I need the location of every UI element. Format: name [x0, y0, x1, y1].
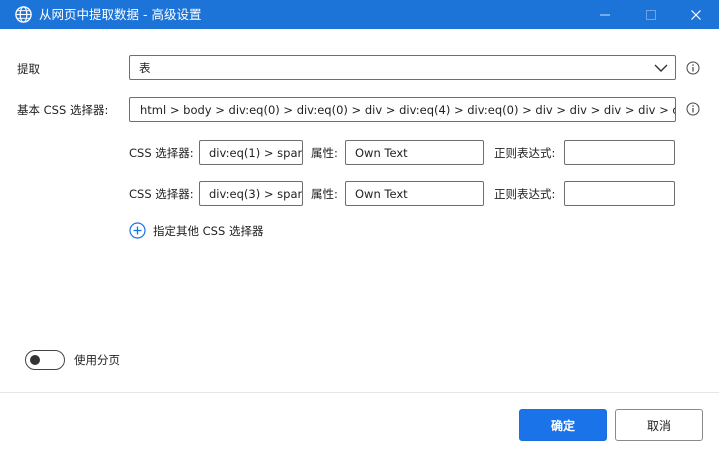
info-icon[interactable]	[686, 61, 700, 75]
advanced-settings-dialog: 从网页中提取数据 - 高级设置 提取 表 基本 CSS 选择器: html > …	[0, 0, 719, 456]
base-selector-input[interactable]: html > body > div:eq(0) > div:eq(0) > di…	[129, 97, 676, 122]
regex-label: 正则表达式:	[494, 146, 556, 160]
maximize-icon	[646, 9, 656, 20]
chevron-down-icon	[654, 64, 668, 72]
confirm-button[interactable]: 确定	[519, 409, 607, 441]
cancel-button[interactable]: 取消	[615, 409, 703, 441]
add-css-selector-label: 指定其他 CSS 选择器	[153, 223, 264, 238]
regex-label: 正则表达式:	[494, 187, 556, 201]
attribute-value: Own Text	[355, 145, 408, 160]
close-icon	[691, 9, 701, 20]
pagination-label: 使用分页	[74, 353, 120, 367]
css-selector-label: CSS 选择器:	[129, 146, 194, 160]
attribute-input[interactable]: Own Text	[345, 181, 484, 206]
attribute-input[interactable]: Own Text	[345, 140, 484, 165]
info-icon[interactable]	[686, 102, 700, 116]
css-selector-label: CSS 选择器:	[129, 187, 194, 201]
extract-dropdown[interactable]: 表	[129, 55, 676, 80]
extract-value: 表	[139, 60, 151, 75]
base-selector-label: 基本 CSS 选择器:	[17, 103, 109, 117]
css-selector-value: div:eq(3) > span	[209, 186, 303, 201]
css-selector-input[interactable]: div:eq(3) > span	[199, 181, 303, 206]
attribute-label: 属性:	[311, 187, 338, 201]
maximize-button[interactable]	[628, 0, 674, 29]
add-css-selector-button[interactable]: 指定其他 CSS 选择器	[129, 222, 263, 239]
css-selector-value: div:eq(1) > span	[209, 145, 303, 160]
close-button[interactable]	[673, 0, 719, 29]
minimize-icon	[600, 14, 610, 15]
footer-divider	[0, 392, 719, 393]
add-circle-icon	[129, 222, 146, 239]
toggle-knob	[30, 354, 40, 365]
globe-icon	[15, 6, 32, 23]
title-bar: 从网页中提取数据 - 高级设置	[0, 0, 719, 29]
window-title: 从网页中提取数据 - 高级设置	[39, 7, 202, 22]
cancel-label: 取消	[646, 418, 671, 433]
attribute-value: Own Text	[355, 186, 408, 201]
regex-input[interactable]	[564, 181, 675, 206]
regex-input[interactable]	[564, 140, 675, 165]
css-selector-input[interactable]: div:eq(1) > span	[199, 140, 303, 165]
base-selector-value: html > body > div:eq(0) > div:eq(0) > di…	[140, 102, 675, 117]
minimize-button[interactable]	[582, 0, 628, 29]
attribute-label: 属性:	[311, 146, 338, 160]
extract-label: 提取	[17, 62, 40, 76]
pagination-toggle[interactable]	[25, 350, 65, 370]
confirm-label: 确定	[550, 418, 575, 433]
